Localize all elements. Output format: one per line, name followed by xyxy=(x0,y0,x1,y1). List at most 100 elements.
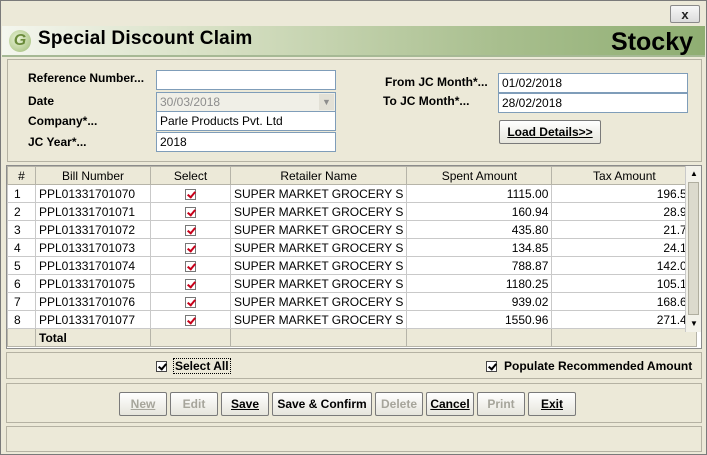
total-row: Total xyxy=(7,328,698,347)
bill-number-cell: PPL01331701076 xyxy=(35,292,151,311)
reference-number-input[interactable] xyxy=(156,70,336,90)
populate-recommended-checkbox[interactable] xyxy=(486,361,497,372)
select-cell[interactable] xyxy=(150,184,231,203)
row-index: 3 xyxy=(7,220,36,239)
row-select-checkbox[interactable] xyxy=(185,314,196,326)
title-bar: G Special Discount Claim Stocky xyxy=(2,26,705,57)
table-row[interactable]: 3 PPL01331701072 SUPER MARKET GROCERY S … xyxy=(7,220,698,239)
bills-table: # Bill Number Select Retailer Name Spent… xyxy=(7,166,698,347)
brand-name: Stocky xyxy=(611,28,693,56)
select-all-label[interactable]: Select All xyxy=(173,358,231,374)
print-button[interactable]: Print xyxy=(477,392,525,416)
select-cell[interactable] xyxy=(150,256,231,275)
retailer-name-cell: SUPER MARKET GROCERY S xyxy=(229,184,408,203)
row-index: 6 xyxy=(7,274,36,293)
row-select-checkbox[interactable] xyxy=(185,260,196,272)
print-button-label: Print xyxy=(487,397,515,411)
new-button[interactable]: New xyxy=(119,392,167,416)
spent-amount-cell[interactable]: 134.85 xyxy=(406,238,553,257)
table-row[interactable]: 5 PPL01331701074 SUPER MARKET GROCERY S … xyxy=(7,256,698,275)
from-jc-month-input[interactable]: 01/02/2018 xyxy=(498,73,688,93)
col-header-select[interactable]: Select xyxy=(150,166,231,185)
spent-amount-cell[interactable]: 1550.96 xyxy=(406,310,553,329)
save-button[interactable]: Save xyxy=(221,392,269,416)
cancel-button[interactable]: Cancel xyxy=(426,392,474,416)
spent-amount-cell[interactable]: 435.80 xyxy=(406,220,553,239)
exit-button-label: Exit xyxy=(540,397,563,411)
spent-amount-cell[interactable]: 1115.00 xyxy=(406,184,553,203)
row-select-checkbox[interactable] xyxy=(185,296,196,308)
bills-grid: # Bill Number Select Retailer Name Spent… xyxy=(6,165,702,349)
table-row[interactable]: 2 PPL01331701071 SUPER MARKET GROCERY S … xyxy=(7,202,698,221)
spent-amount-cell[interactable]: 160.94 xyxy=(406,202,553,221)
scroll-down-icon[interactable]: ▼ xyxy=(686,316,701,331)
save-confirm-button[interactable]: Save & Confirm xyxy=(272,392,372,416)
total-retailer-cell xyxy=(229,328,408,347)
populate-recommended-label[interactable]: Populate Recommended Amount xyxy=(504,359,692,373)
row-select-checkbox[interactable] xyxy=(185,242,196,254)
table-row[interactable]: 1 PPL01331701070 SUPER MARKET GROCERY S … xyxy=(7,184,698,203)
edit-button[interactable]: Edit xyxy=(170,392,218,416)
tax-amount-cell: 142.00 xyxy=(551,256,698,275)
select-all-checkbox[interactable] xyxy=(156,361,167,372)
load-details-button[interactable]: Load Details>> xyxy=(499,120,601,144)
tax-amount-cell: 24.10 xyxy=(551,238,698,257)
row-index: 8 xyxy=(7,310,36,329)
close-icon: x xyxy=(681,6,689,22)
tax-amount-cell: 28.97 xyxy=(551,202,698,221)
total-spent-cell xyxy=(406,328,553,347)
edit-button-label: Edit xyxy=(182,397,206,411)
close-button[interactable]: x xyxy=(670,5,700,23)
date-value: 30/03/2018 xyxy=(160,95,221,109)
spent-amount-cell[interactable]: 939.02 xyxy=(406,292,553,311)
select-cell[interactable] xyxy=(150,292,231,311)
tax-amount-cell: 196.50 xyxy=(551,184,698,203)
row-select-checkbox[interactable] xyxy=(185,188,196,200)
table-row[interactable]: 6 PPL01331701075 SUPER MARKET GROCERY S … xyxy=(7,274,698,293)
to-jc-month-label: To JC Month*... xyxy=(383,94,470,108)
reference-number-label: Reference Number... xyxy=(28,71,145,85)
retailer-name-cell: SUPER MARKET GROCERY S xyxy=(229,292,408,311)
bill-number-cell: PPL01331701072 xyxy=(35,220,151,239)
col-header-bill-number[interactable]: Bill Number xyxy=(35,166,151,185)
company-input[interactable]: Parle Products Pvt. Ltd xyxy=(156,111,336,131)
bill-number-cell: PPL01331701075 xyxy=(35,274,151,293)
select-cell[interactable] xyxy=(150,310,231,329)
tax-amount-cell: 21.79 xyxy=(551,220,698,239)
cancel-button-label: Cancel xyxy=(430,397,470,411)
jc-year-input[interactable]: 2018 xyxy=(156,132,336,152)
bill-number-cell: PPL01331701073 xyxy=(35,238,151,257)
table-row[interactable]: 7 PPL01331701076 SUPER MARKET GROCERY S … xyxy=(7,292,698,311)
spent-amount-cell[interactable]: 788.87 xyxy=(406,256,553,275)
spent-amount-cell[interactable]: 1180.25 xyxy=(406,274,553,293)
table-row[interactable]: 8 PPL01331701077 SUPER MARKET GROCERY S … xyxy=(7,310,698,329)
select-cell[interactable] xyxy=(150,238,231,257)
scroll-thumb[interactable] xyxy=(688,182,699,315)
chevron-down-icon: ▼ xyxy=(319,94,334,110)
select-cell[interactable] xyxy=(150,274,231,293)
row-index: 1 xyxy=(7,184,36,203)
col-header-spent-amount[interactable]: Spent Amount xyxy=(406,166,553,185)
row-select-checkbox[interactable] xyxy=(185,278,196,290)
col-header-tax-amount[interactable]: Tax Amount xyxy=(551,166,698,185)
bill-number-cell: PPL01331701074 xyxy=(35,256,151,275)
scroll-up-icon[interactable]: ▲ xyxy=(686,166,701,181)
bill-number-cell: PPL01331701071 xyxy=(35,202,151,221)
status-bar xyxy=(6,426,702,452)
grid-vertical-scrollbar[interactable]: ▲ ▼ xyxy=(685,166,701,332)
select-cell[interactable] xyxy=(150,220,231,239)
table-header-row: # Bill Number Select Retailer Name Spent… xyxy=(7,166,698,185)
app-window: x G Special Discount Claim Stocky Refere… xyxy=(0,0,707,455)
to-jc-month-input[interactable]: 28/02/2018 xyxy=(498,93,688,113)
exit-button[interactable]: Exit xyxy=(528,392,576,416)
company-label: Company*... xyxy=(28,114,98,128)
delete-button[interactable]: Delete xyxy=(375,392,423,416)
col-header-retailer-name[interactable]: Retailer Name xyxy=(229,166,408,185)
col-header-index[interactable]: # xyxy=(7,166,36,185)
row-select-checkbox[interactable] xyxy=(185,206,196,218)
header-form: Reference Number... Date 30/03/2018 ▼ Co… xyxy=(7,59,702,162)
row-select-checkbox[interactable] xyxy=(185,224,196,236)
select-cell[interactable] xyxy=(150,202,231,221)
action-button-bar: New Edit Save Save & Confirm Delete Canc… xyxy=(6,383,702,423)
table-row[interactable]: 4 PPL01331701073 SUPER MARKET GROCERY S … xyxy=(7,238,698,257)
